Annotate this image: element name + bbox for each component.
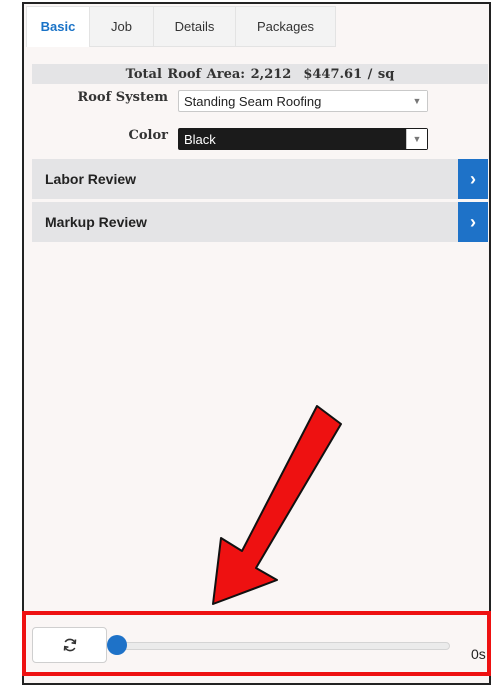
annotation-arrow [212,405,342,605]
timeline-slider-track[interactable] [112,642,450,650]
annotation-highlight-box: 0s [22,611,491,676]
red-arrow-icon [212,405,342,605]
time-readout: 0s [471,646,486,662]
refresh-icon [63,638,76,652]
refresh-button[interactable] [32,627,107,663]
timeline-slider-thumb[interactable] [107,635,127,655]
